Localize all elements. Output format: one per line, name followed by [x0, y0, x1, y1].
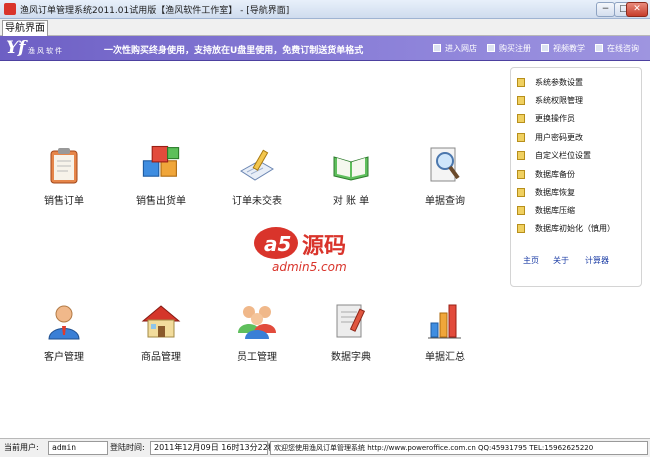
panel-item-db-restore[interactable]: 数据库恢复 — [517, 187, 575, 199]
user-label: 当前用户: — [4, 443, 39, 452]
tile-label: 商品管理 — [141, 352, 181, 363]
checkbox-icon — [595, 44, 603, 52]
panel-item-label: 更换操作员 — [535, 114, 575, 123]
folder-icon — [517, 133, 525, 142]
link-shop[interactable]: 进入网店 — [433, 43, 477, 54]
panel-item-label: 系统权限管理 — [535, 96, 583, 105]
close-button[interactable]: ✕ — [626, 2, 648, 17]
tile-label: 销售出货单 — [136, 196, 186, 207]
a5-mark: a5 — [264, 232, 291, 256]
users-icon — [238, 306, 276, 339]
panel-item-system-params[interactable]: 系统参数设置 — [517, 77, 583, 89]
cubes-icon — [142, 145, 180, 177]
link-video[interactable]: 视频教学 — [541, 43, 585, 54]
folder-icon — [517, 151, 525, 160]
login-time-field: 2011年12月09日 16时13分22秒 — [150, 441, 276, 455]
dictionary-icon — [336, 304, 366, 338]
tile-statement[interactable]: 对 账 单 — [316, 145, 386, 207]
panel-item-custom-columns[interactable]: 自定义栏位设置 — [517, 150, 591, 162]
link-register-label: 购买注册 — [499, 44, 531, 53]
folder-icon — [517, 170, 525, 179]
link-shop-label: 进入网店 — [445, 44, 477, 53]
folder-icon — [517, 114, 525, 123]
magnifier-document-icon — [430, 147, 460, 182]
main-area: 销售订单 销售出货单 订单未交表 对 账 单 单据查询 客户管理 商品管理 员工… — [0, 61, 650, 438]
link-about[interactable]: 关于 — [553, 255, 569, 266]
folder-icon — [517, 78, 525, 87]
link-consult-label: 在线咨询 — [607, 44, 639, 53]
panel-item-permissions[interactable]: 系统权限管理 — [517, 95, 583, 107]
tile-sales-delivery[interactable]: 销售出货单 — [126, 141, 196, 207]
yuanma-mark: 源码 — [302, 234, 346, 259]
brand-name: 渔风软件 — [28, 47, 64, 55]
folder-icon — [517, 224, 525, 233]
link-calculator[interactable]: 计算器 — [585, 255, 609, 266]
welcome-message: 欢迎您使用渔风订单管理系统 http://www.poweroffice.com… — [270, 441, 648, 455]
document-pen-icon — [240, 149, 274, 181]
checkbox-icon — [433, 44, 441, 52]
panel-item-label: 用户密码更改 — [535, 133, 583, 142]
panel-item-label: 自定义栏位设置 — [535, 151, 591, 160]
tile-document-query[interactable]: 单据查询 — [410, 145, 480, 207]
site-mark: admin5.com — [272, 260, 347, 274]
checkbox-icon — [541, 44, 549, 52]
tile-label: 单据汇总 — [425, 352, 465, 363]
bar-chart-icon — [428, 304, 461, 339]
tile-label: 对 账 单 — [332, 196, 370, 207]
link-register[interactable]: 购买注册 — [487, 43, 531, 54]
login-time-label: 登陆时间: — [110, 443, 145, 452]
top-banner: Ƴf 渔风软件 一次性购买终身使用，支持放在U盘里使用，免费订制送货单格式 进入… — [0, 36, 650, 61]
tab-navigation[interactable]: 导航界面 — [2, 20, 48, 36]
tile-data-dictionary[interactable]: 数据字典 — [316, 301, 386, 363]
panel-item-label: 系统参数设置 — [535, 78, 583, 87]
panel-item-label: 数据库压缩 — [535, 206, 575, 215]
tile-label: 单据查询 — [425, 196, 465, 207]
app-icon — [4, 3, 16, 15]
minimize-button[interactable]: − — [596, 2, 615, 17]
panel-item-db-backup[interactable]: 数据库备份 — [517, 169, 575, 181]
folder-icon — [517, 188, 525, 197]
a5-watermark-logo: a5 源码 admin5.com — [254, 227, 347, 274]
tile-label: 数据字典 — [331, 352, 371, 363]
window-title: 渔风订单管理系统2011.01试用版【渔风软件工作室】 - [导航界面] — [20, 6, 290, 16]
current-user-field: admin — [48, 441, 108, 455]
tile-document-summary[interactable]: 单据汇总 — [410, 301, 480, 363]
banner-slogan: 一次性购买终身使用，支持放在U盘里使用，免费订制送货单格式 — [104, 46, 364, 56]
panel-item-label: 数据库初始化（慎用） — [535, 224, 615, 233]
panel-item-label: 数据库恢复 — [535, 188, 575, 197]
clipboard-icon — [50, 148, 78, 184]
panel-item-change-password[interactable]: 用户密码更改 — [517, 132, 583, 144]
link-video-label: 视频教学 — [553, 44, 585, 53]
tile-label: 订单未交表 — [232, 196, 282, 207]
tab-strip: 导航界面 — [0, 19, 650, 36]
house-icon — [141, 305, 181, 338]
tile-label: 员工管理 — [237, 352, 277, 363]
tile-label: 销售订单 — [44, 196, 84, 207]
panel-item-db-compress[interactable]: 数据库压缩 — [517, 205, 575, 217]
tile-open-orders[interactable]: 订单未交表 — [222, 145, 292, 207]
checkbox-icon — [487, 44, 495, 52]
panel-item-label: 数据库备份 — [535, 170, 575, 179]
panel-item-db-init[interactable]: 数据库初始化（慎用） — [517, 223, 615, 235]
folder-icon — [517, 206, 525, 215]
tile-product-mgmt[interactable]: 商品管理 — [126, 301, 196, 363]
folder-icon — [517, 96, 525, 105]
tile-sales-order[interactable]: 销售订单 — [29, 145, 99, 207]
tile-employee-mgmt[interactable]: 员工管理 — [222, 301, 292, 363]
open-book-icon — [333, 156, 369, 181]
title-bar: 渔风订单管理系统2011.01试用版【渔风软件工作室】 - [导航界面] − □… — [0, 0, 650, 19]
brand-logo: Ƴf — [6, 38, 26, 58]
status-bar: 当前用户: admin 登陆时间: 2011年12月09日 16时13分22秒 … — [0, 438, 650, 457]
tile-label: 客户管理 — [44, 352, 84, 363]
panel-item-switch-operator[interactable]: 更换操作员 — [517, 113, 575, 125]
customer-person-icon — [48, 305, 80, 340]
link-home[interactable]: 主页 — [523, 255, 539, 266]
link-consult[interactable]: 在线咨询 — [595, 43, 639, 54]
tile-customer-mgmt[interactable]: 客户管理 — [29, 301, 99, 363]
system-panel: 系统参数设置 系统权限管理 更换操作员 用户密码更改 自定义栏位设置 数据库备份… — [510, 67, 642, 287]
